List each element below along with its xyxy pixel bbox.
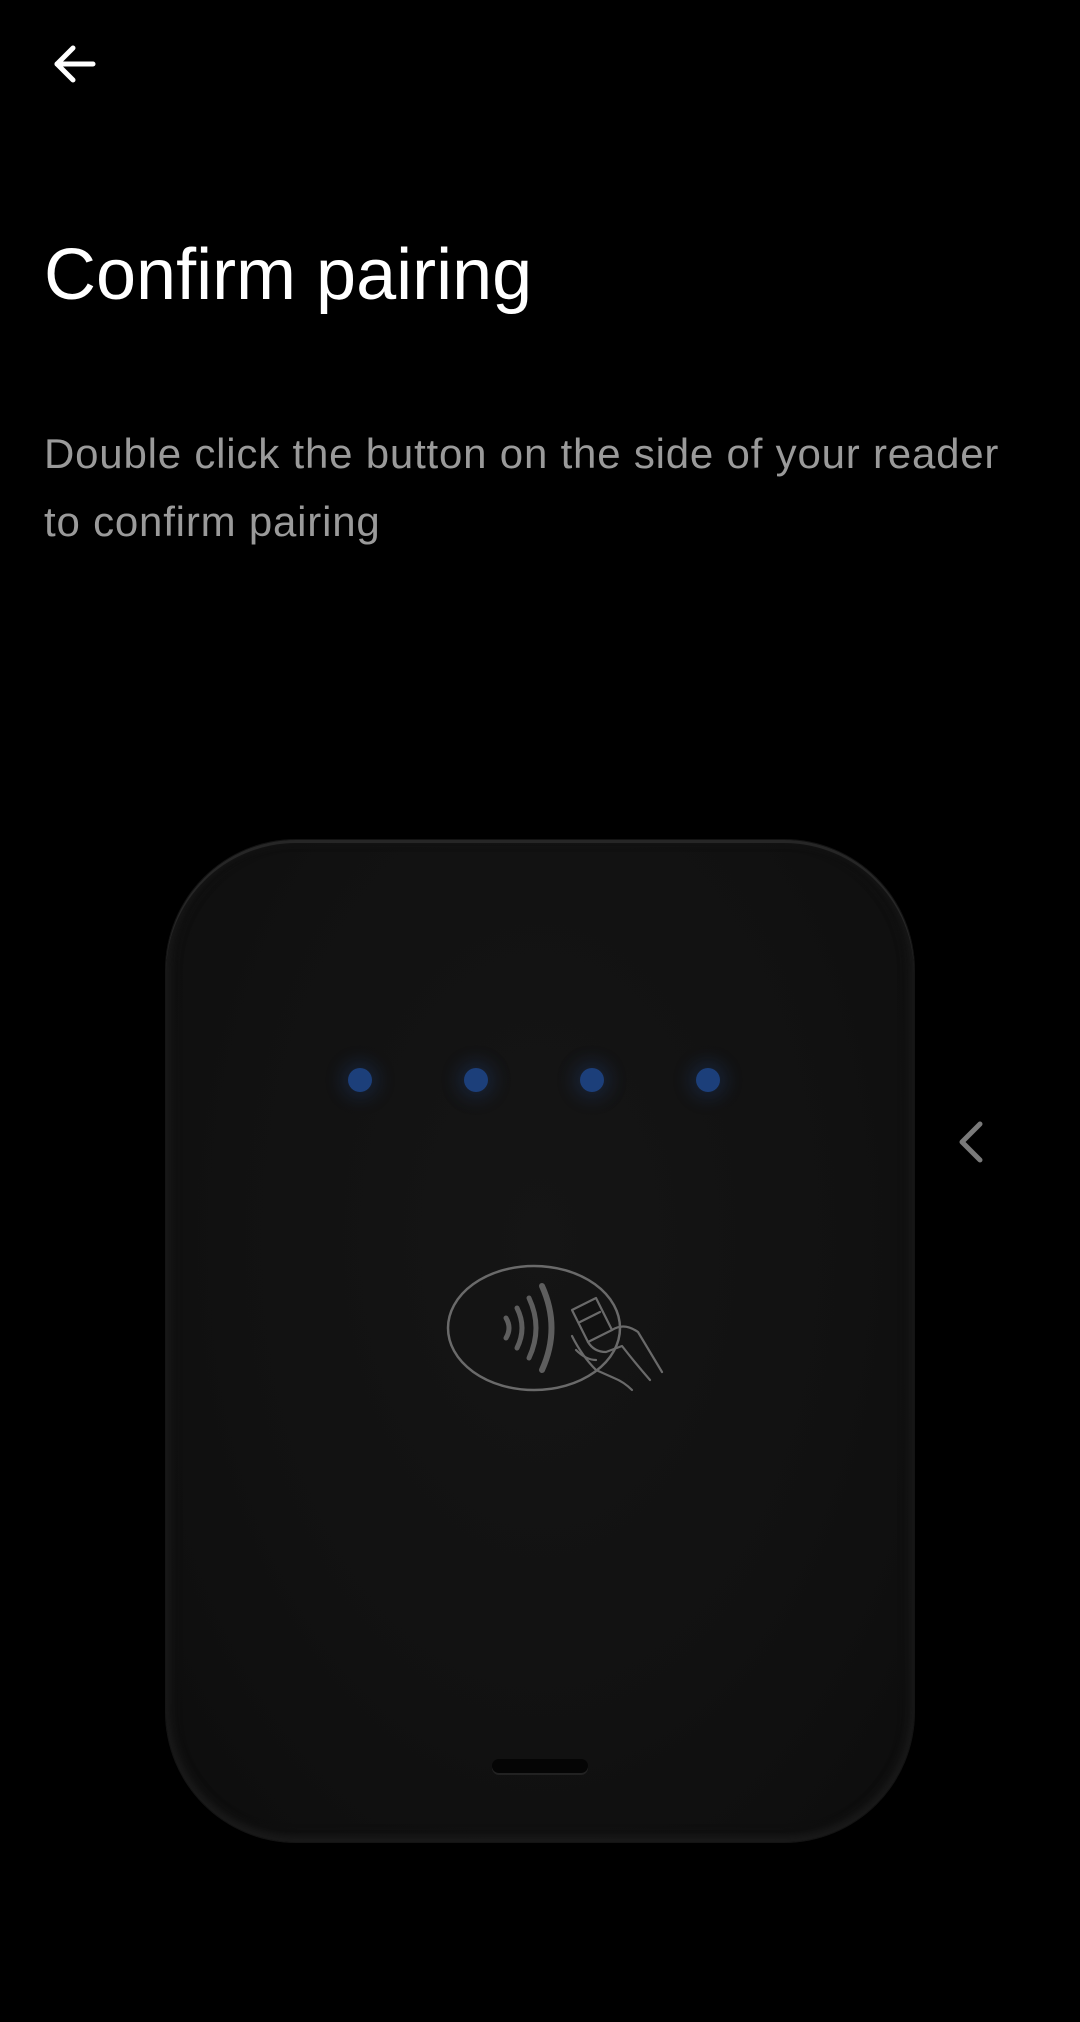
arrow-left-icon [54,45,96,83]
led-indicators [348,1068,732,1098]
reader-slot [492,1759,588,1773]
back-button[interactable] [36,26,112,102]
led-indicator [348,1068,372,1092]
chevron-left-icon [959,1121,983,1163]
led-indicator [696,1068,720,1092]
page-title: Confirm pairing [44,235,533,315]
carousel-previous-button[interactable] [946,1112,996,1172]
led-indicator [464,1068,488,1092]
card-reader-illustration [166,840,914,1842]
led-indicator [580,1068,604,1092]
contactless-payment-icon [446,1264,664,1392]
pairing-instructions: Double click the button on the side of y… [44,430,1000,545]
